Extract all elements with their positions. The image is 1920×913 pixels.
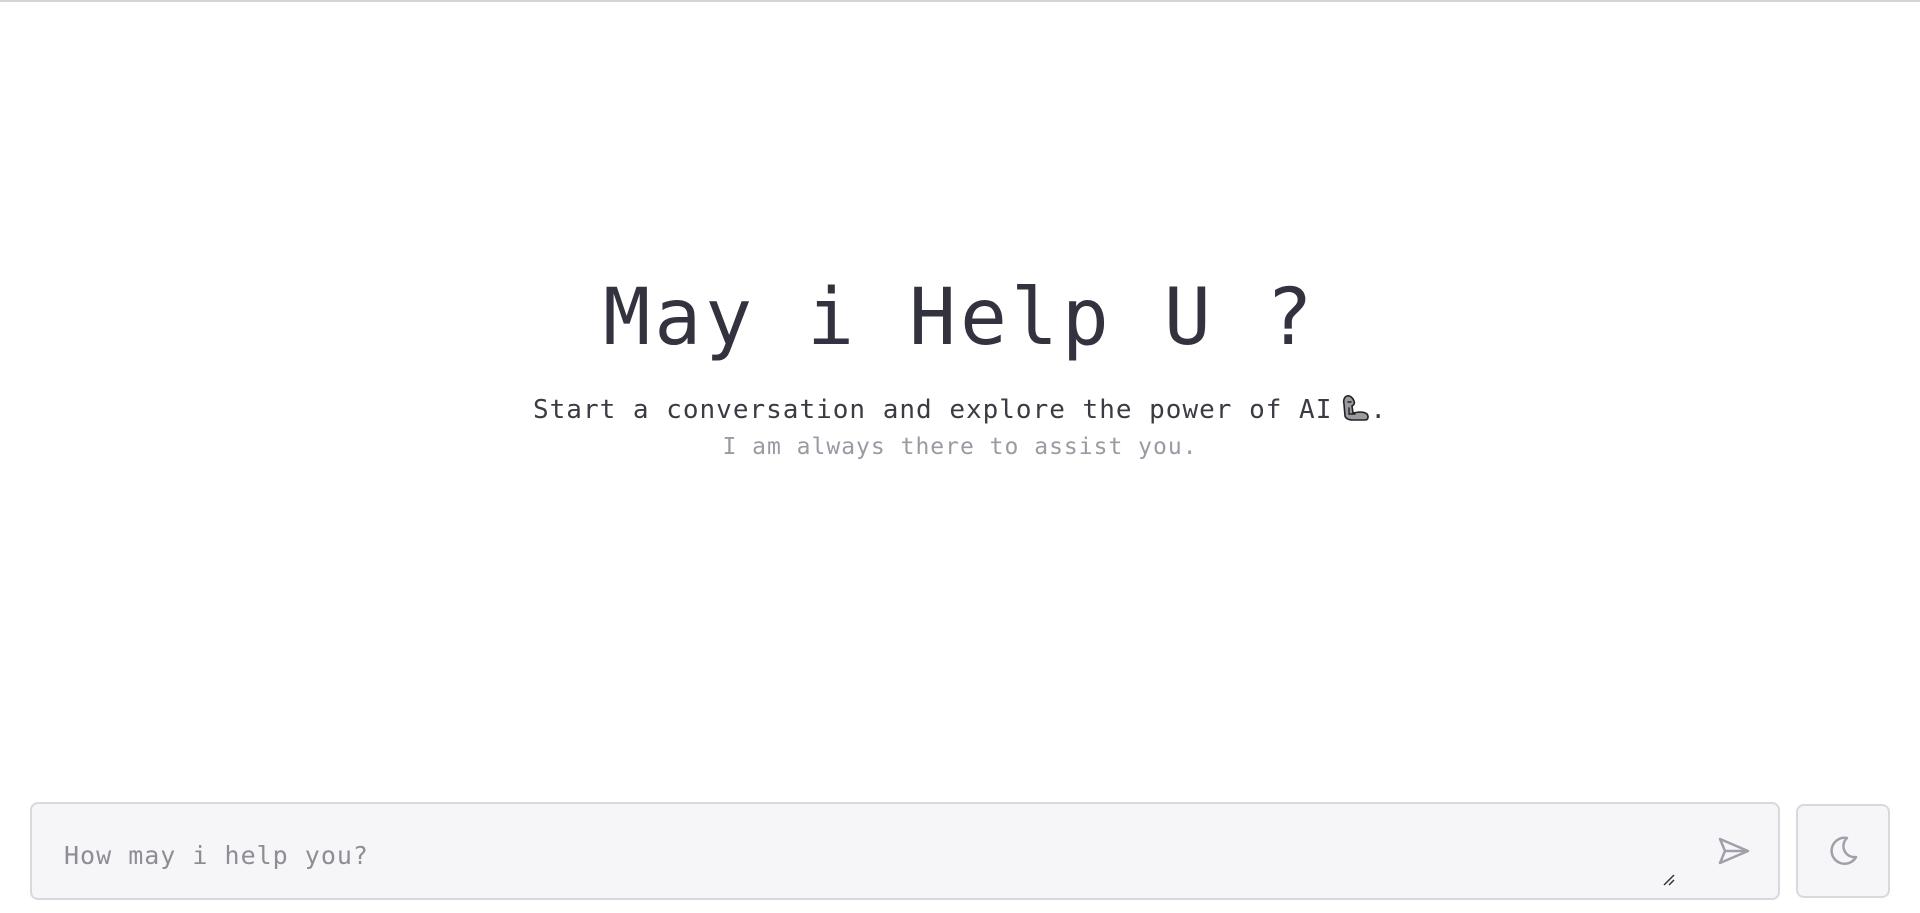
welcome-subtitle-period: . bbox=[1370, 395, 1387, 425]
send-icon bbox=[1717, 836, 1751, 869]
welcome-title: May i Help U ? bbox=[603, 273, 1317, 363]
assist-note: I am always there to assist you. bbox=[722, 434, 1198, 460]
welcome-subtitle-text: Start a conversation and explore the pow… bbox=[532, 395, 1333, 425]
resize-handle-icon[interactable] bbox=[1662, 872, 1676, 886]
send-button[interactable] bbox=[1712, 830, 1756, 874]
theme-toggle-button[interactable] bbox=[1796, 804, 1890, 898]
welcome-subtitle: Start a conversation and explore the pow… bbox=[0, 392, 1920, 431]
welcome-hero: May i Help U ? Start a conversation and … bbox=[0, 268, 1920, 463]
message-composer bbox=[30, 802, 1780, 900]
flexed-biceps-icon bbox=[1340, 392, 1370, 431]
message-input[interactable] bbox=[62, 834, 1666, 876]
top-border bbox=[0, 0, 1920, 2]
moon-icon bbox=[1825, 832, 1861, 871]
